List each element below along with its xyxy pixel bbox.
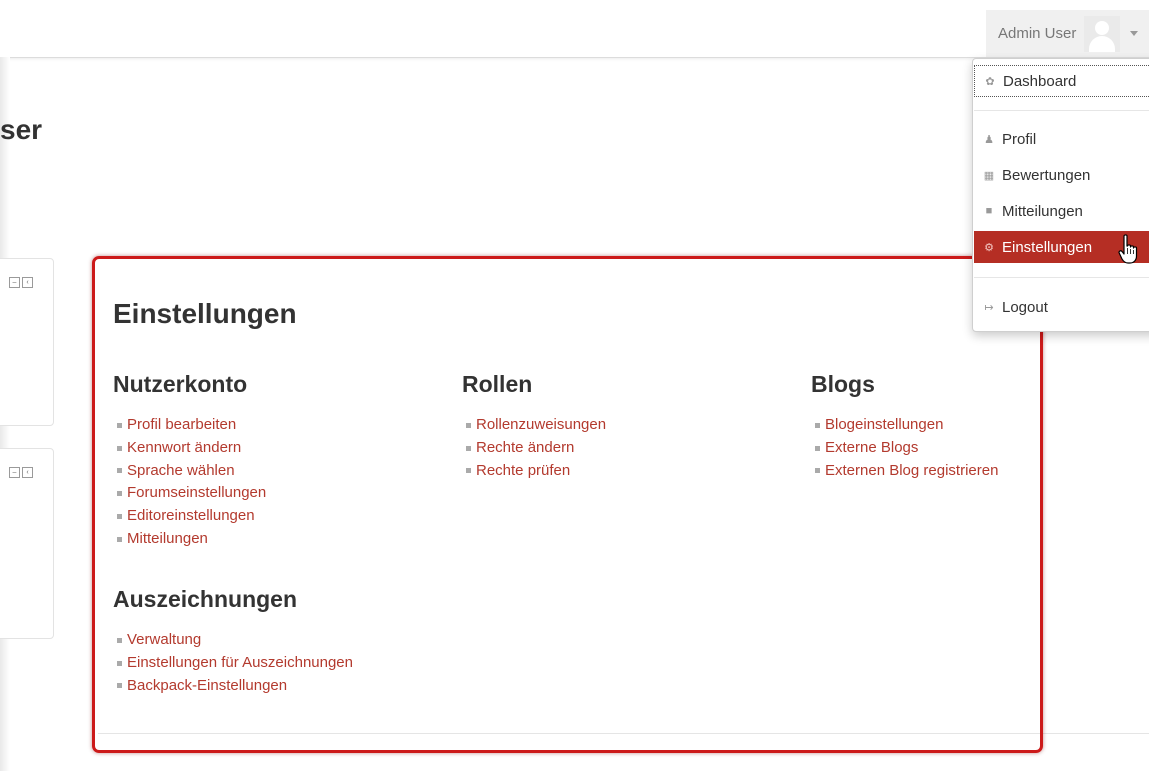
menu-item-bewertungen[interactable]: ▦ Bewertungen [974,159,1149,191]
link-kennwort-aendern[interactable]: Kennwort ändern [127,437,241,460]
link-einstellungen-fuer-auszeichnungen[interactable]: Einstellungen für Auszeichnungen [127,652,353,675]
user-menu-toggle[interactable]: Admin User [986,10,1149,57]
bullet-icon [117,491,122,497]
comment-icon: ■ [985,205,993,217]
list-item[interactable]: Kennwort ändern [113,437,266,460]
link-backpack-einstellungen[interactable]: Backpack-Einstellungen [127,675,287,698]
list-item[interactable]: Profil bearbeiten [113,414,266,437]
bullet-icon [466,468,471,474]
user-icon: ♟ [984,133,994,146]
sign-out-icon: ↦ [984,301,994,314]
menu-item-label: Dashboard [1003,72,1077,90]
list-item[interactable]: Einstellungen für Auszeichnungen [113,652,353,675]
menu-item-dashboard[interactable]: ✿ Dashboard [974,65,1149,97]
menu-item-label: Einstellungen [1002,238,1093,256]
link-externen-blog-registrieren[interactable]: Externen Blog registrieren [825,460,998,483]
bullet-icon [815,445,820,451]
bullet-icon [117,660,122,666]
list-item[interactable]: Blogeinstellungen [811,414,998,437]
section-nutzerkonto: Nutzerkonto Profil bearbeiten Kennwort ä… [113,371,266,551]
section-title: Blogs [811,371,875,397]
section-rollen: Rollen Rollenzuweisungen Rechte ändern R… [462,371,606,482]
section-title: Nutzerkonto [113,371,248,397]
link-rechte-aendern[interactable]: Rechte ändern [476,437,574,460]
link-sprache-waehlen[interactable]: Sprache wählen [127,460,235,483]
caret-down-icon[interactable] [1130,31,1139,36]
list-item[interactable]: Rechte prüfen [462,460,606,483]
menu-divider [974,277,1149,278]
menu-item-logout[interactable]: ↦ Logout [974,291,1149,323]
page-title: ser [0,114,43,145]
table-icon: ▦ [983,169,995,182]
settings-title: Einstellungen [113,298,297,329]
block-hide-icon[interactable]: – [9,467,20,478]
block-dock-icon[interactable]: ‹ [22,467,33,478]
list-item[interactable]: Externe Blogs [811,437,998,460]
bullet-icon [815,468,820,474]
link-editoreinstellungen[interactable]: Editoreinstellungen [127,505,255,528]
menu-item-label: Profil [1002,130,1037,148]
menu-item-mitteilungen[interactable]: ■ Mitteilungen [974,195,1149,227]
link-mitteilungen[interactable]: Mitteilungen [127,528,208,551]
top-navbar [0,0,1149,58]
section-title: Rollen [462,371,533,397]
bullet-icon [815,422,820,428]
link-rollenzuweisungen[interactable]: Rollenzuweisungen [476,414,606,437]
content-divider [98,733,1149,734]
bullet-icon [117,683,122,689]
list-item[interactable]: Forumseinstellungen [113,482,266,505]
block-hide-icon[interactable]: – [9,277,20,288]
menu-item-label: Mitteilungen [1002,202,1083,220]
section-auszeichnungen: Auszeichnungen Verwaltung Einstellungen … [113,586,353,697]
block-dock-icon[interactable]: ‹ [22,277,33,288]
list-item[interactable]: Mitteilungen [113,528,266,551]
dashboard-icon: ✿ [985,75,995,88]
list-item[interactable]: Verwaltung [113,629,353,652]
link-verwaltung[interactable]: Verwaltung [127,629,201,652]
link-externe-blogs[interactable]: Externe Blogs [825,437,918,460]
user-avatar[interactable] [1084,15,1121,52]
section-title: Auszeichnungen [113,586,298,612]
bullet-icon [117,468,122,474]
list-item[interactable]: Backpack-Einstellungen [113,675,353,698]
list-item[interactable]: Rechte ändern [462,437,606,460]
list-item[interactable]: Rollenzuweisungen [462,414,606,437]
link-profil-bearbeiten[interactable]: Profil bearbeiten [127,414,236,437]
section-blogs: Blogs Blogeinstellungen Externe Blogs Ex… [811,371,998,482]
bullet-icon [117,514,122,520]
bullet-icon [117,445,122,451]
bullet-icon [466,445,471,451]
menu-item-label: Bewertungen [1002,166,1091,184]
list-item[interactable]: Sprache wählen [113,460,266,483]
link-forumseinstellungen[interactable]: Forumseinstellungen [127,482,266,505]
list-item[interactable]: Externen Blog registrieren [811,460,998,483]
user-name: Admin User [998,25,1077,42]
menu-item-profil[interactable]: ♟ Profil [974,123,1149,155]
list-item[interactable]: Editoreinstellungen [113,505,266,528]
gear-icon: ⚙ [984,241,994,254]
hand-cursor-icon [1118,234,1138,264]
side-block-2: – ‹ [0,448,54,639]
bullet-icon [466,422,471,428]
bullet-icon [117,637,122,643]
link-rechte-pruefen[interactable]: Rechte prüfen [476,460,570,483]
bullet-icon [117,422,122,428]
menu-item-label: Logout [1002,298,1048,316]
bullet-icon [117,536,122,542]
side-block-1: – ‹ [0,258,54,426]
menu-divider [974,110,1149,111]
user-dropdown-menu: ✿ Dashboard ♟ Profil ▦ Bewertungen ■ Mit… [972,58,1149,332]
link-blogeinstellungen[interactable]: Blogeinstellungen [825,414,943,437]
